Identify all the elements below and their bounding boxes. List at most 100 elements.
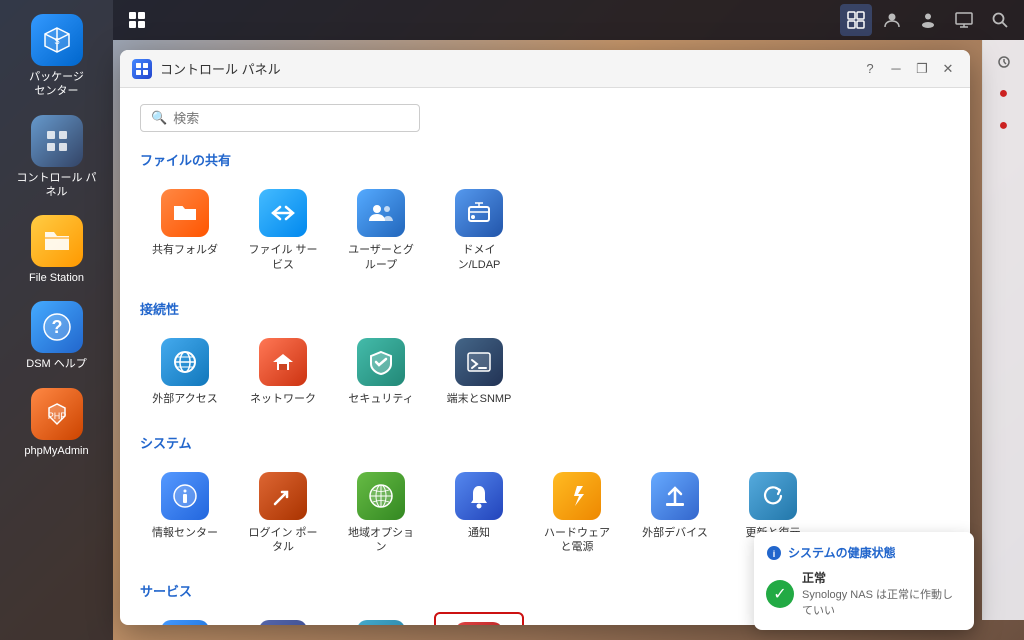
info-center-icon [161,472,209,520]
restore-button[interactable]: ❐ [912,59,932,79]
topbar [113,0,1024,40]
right-panel-btn-1[interactable] [989,48,1019,76]
right-panel-btn-2[interactable]: ● [989,80,1019,108]
app-privileges-icon [259,620,307,625]
cp-item-region[interactable]: 地域オプション [336,464,426,564]
shared-folder-label: 共有フォルダ [152,243,218,258]
dsm-help-icon: ? [31,301,83,353]
file-station-label: File Station [29,271,84,285]
package-center-label: パッケージセンター [29,70,84,99]
notif-status: ✓ 正常 Synology NAS は正常に作動していい [766,569,962,618]
network-icon [259,338,307,386]
cp-item-external-access[interactable]: 外部アクセス [140,330,230,415]
help-button[interactable]: ? [860,59,880,79]
cp-item-index-service[interactable]: サービスにインデックスを付けています [336,612,426,625]
window-controls: ? ─ ❐ ✕ [860,59,958,79]
control-panel-label: コントロール パネル [15,171,99,200]
update-restore-icon [749,472,797,520]
close-button[interactable]: ✕ [938,59,958,79]
cp-item-login-portal[interactable]: ログイン ポータル [238,464,328,564]
phpmyadmin-label: phpMyAdmin [24,444,88,458]
cp-item-app-privileges[interactable]: アプリケーションの権限 [238,612,328,625]
svg-text:S: S [54,37,59,46]
file-station-icon [31,215,83,267]
cp-item-user-group[interactable]: ユーザーとグループ [336,181,426,281]
cp-item-notify[interactable]: 通知 [434,464,524,564]
notif-header: i システムの健康状態 [766,544,962,561]
external-access-label: 外部アクセス [152,392,217,407]
cp-item-hardware-power[interactable]: ハードウェアと電源 [532,464,622,564]
info-center-label: 情報センター [152,526,218,541]
file-service-icon [259,189,307,237]
domain-label: ドメイン/LDAP [444,243,514,273]
right-panel: ● ● [982,40,1024,620]
package-center-icon: S [31,14,83,66]
cp-item-info-center[interactable]: 情報センター [140,464,230,564]
check-circle: ✓ [766,580,794,608]
windows-icon[interactable] [840,4,872,36]
network-label: ネットワーク [250,392,316,407]
right-panel-btn-3[interactable]: ● [989,112,1019,140]
cp-item-shared-folder[interactable]: 共有フォルダ [140,181,230,281]
window-titlebar: コントロール パネル ? ─ ❐ ✕ [120,50,970,88]
section-title-system: システム [140,433,950,452]
region-icon [357,472,405,520]
cp-item-file-service[interactable]: ファイル サービス [238,181,328,281]
file-sharing-grid: 共有フォルダ ファイル サービス [140,181,950,281]
connectivity-grid: 外部アクセス ネットワーク セキュリティ [140,330,950,415]
user-group-label: ユーザーとグループ [346,243,416,273]
notif-header-text: システムの健康状態 [788,544,896,561]
region-label: 地域オプション [346,526,416,556]
external-devices-icon [651,472,699,520]
external-devices-label: 外部デバイス [642,526,708,541]
minimize-button[interactable]: ─ [886,59,906,79]
synology-account-icon [161,620,209,625]
hardware-power-icon [553,472,601,520]
phpmyadmin-icon: PHP [31,388,83,440]
user-avatar-icon[interactable] [876,4,908,36]
external-access-icon [161,338,209,386]
notify-label: 通知 [468,526,490,541]
index-service-icon [357,620,405,625]
file-service-label: ファイル サービス [248,243,318,273]
cp-item-domain[interactable]: ドメイン/LDAP [434,181,524,281]
bottom-notification: i システムの健康状態 ✓ 正常 Synology NAS は正常に作動していい [754,532,974,630]
svg-text:?: ? [51,317,62,337]
search-icon[interactable] [984,4,1016,36]
sidebar-item-control-panel[interactable]: コントロール パネル [7,109,107,206]
login-portal-icon [259,472,307,520]
cp-item-synology-account[interactable]: Synology アカウント [140,612,230,625]
notif-status-text: 正常 Synology NAS は正常に作動していい [802,569,962,618]
cp-item-task-scheduler[interactable]: タスク スケジューラー [434,612,524,625]
svg-text:PHP: PHP [47,411,66,421]
shared-folder-icon [161,189,209,237]
terminal-label: 端末とSNMP [447,392,512,407]
control-panel-icon [31,115,83,167]
sidebar-item-phpmyadmin[interactable]: PHP phpMyAdmin [7,382,107,464]
sidebar-item-package-center[interactable]: S パッケージセンター [7,8,107,105]
search-icon-inner: 🔍 [151,110,167,126]
search-bar[interactable]: 🔍 [140,104,420,132]
grid-menu-button[interactable] [121,4,153,36]
notif-status-label: 正常 [802,569,962,586]
cp-item-external-devices[interactable]: 外部デバイス [630,464,720,564]
task-scheduler-icon [455,622,503,625]
notify-icon [455,472,503,520]
sidebar-item-dsm-help[interactable]: ? DSM ヘルプ [7,295,107,377]
window-title: コントロール パネル [160,59,852,78]
cp-item-security[interactable]: セキュリティ [336,330,426,415]
cp-item-network[interactable]: ネットワーク [238,330,328,415]
svg-text:i: i [773,549,776,559]
security-icon [357,338,405,386]
screen-icon[interactable] [948,4,980,36]
dsm-help-label: DSM ヘルプ [26,357,87,371]
sidebar-item-file-station[interactable]: File Station [7,209,107,291]
domain-icon [455,189,503,237]
search-input[interactable] [173,111,409,126]
person2-icon[interactable] [912,4,944,36]
cp-item-terminal[interactable]: 端末とSNMP [434,330,524,415]
security-label: セキュリティ [348,392,413,407]
window-title-icon [132,59,152,79]
hardware-power-label: ハードウェアと電源 [542,526,612,556]
section-title-file-sharing: ファイルの共有 [140,150,950,169]
